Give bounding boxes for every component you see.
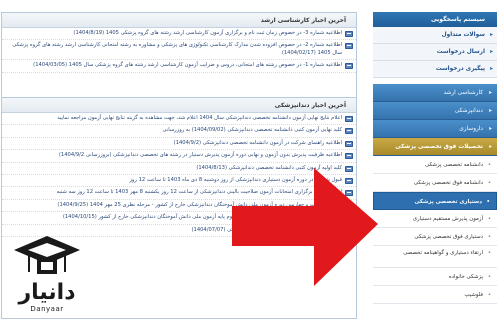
sidebar-subitem[interactable]: دستیاری فوق تخصصی پزشکی — [373, 228, 497, 246]
sidebar-subitem[interactable]: ارتقاء دستیاری و گواهینامه تخصصی — [373, 246, 497, 268]
news-item-text[interactable]: اطلاعیه راهنمای شرکت در آزمون دانشنامه ت… — [174, 140, 342, 146]
red-arrow-icon — [232, 168, 378, 286]
news-item-text[interactable]: کلید نهایی آزمون کتبی دانشنامه تخصصی دند… — [162, 127, 342, 133]
document-icon — [345, 43, 353, 50]
news-item[interactable]: اطلاعیه راهنمای شرکت در آزمون دانشنامه ت… — [2, 138, 356, 151]
document-icon — [345, 31, 353, 37]
document-icon — [345, 153, 353, 160]
news-item[interactable]: اطلاعیه شماره 3- در خصوص زمان ثبت نام و … — [2, 28, 356, 41]
sidebar-subitem-selected[interactable]: دستیاری تخصصی پزشکی — [373, 192, 497, 211]
sidebar-item-masters[interactable]: کارشناسی ارشد — [373, 84, 497, 102]
sidebar-item-pharmacy[interactable]: داروسازی — [373, 120, 497, 138]
document-icon — [345, 63, 353, 70]
sidebar-subitem[interactable]: آزمون پذیرش مستقیم دستیاری — [373, 210, 497, 228]
document-icon — [345, 140, 353, 147]
news-item-text[interactable]: اطلاعیه شماره 1- در خصوص رشته های امتحان… — [33, 62, 342, 68]
document-icon — [345, 116, 353, 122]
sidebar-subitem[interactable]: دانشنامه تخصصی پزشکی — [373, 156, 497, 174]
masters-news-panel: آخرین اخبار کارشناسی ارشد اطلاعیه شماره … — [1, 12, 357, 100]
sidebar-item-postgrad-medicine[interactable]: تحصیلات فوق تخصصی پزشکی — [373, 138, 497, 156]
send-request-link[interactable]: ارسال درخواست — [373, 44, 497, 61]
graduation-cap-icon — [14, 236, 80, 274]
faq-link[interactable]: سوالات متداول — [373, 27, 497, 44]
news-item[interactable]: اطلاعیه ظرفیت پذیرش بدون آزمون و نهایی د… — [2, 150, 356, 163]
sidebar-subitem[interactable]: دانشنامه فوق تخصصی پزشکی — [373, 174, 497, 192]
sidebar-subitem[interactable]: فلوشیپ — [373, 286, 497, 304]
track-request-link[interactable]: پیگیری درخواست — [373, 61, 497, 78]
sidebar-item-dentistry[interactable]: دندانپزشکی — [373, 102, 497, 120]
danyaar-logo: دانیار Danyaar — [8, 232, 86, 316]
logo-wordmark: دانیار — [18, 280, 77, 305]
news-item[interactable]: اطلاعیه شماره 1- در خصوص رشته های امتحان… — [2, 60, 356, 73]
arrow-shape — [232, 168, 378, 286]
news-item[interactable]: کلید نهایی آزمون کتبی دانشنامه تخصصی دند… — [2, 125, 356, 138]
support-system-header: سیستم پاسخگویی — [373, 12, 497, 27]
logo-latin-name: Danyaar — [30, 305, 64, 313]
masters-news-title: آخرین اخبار کارشناسی ارشد — [2, 13, 356, 28]
news-item-text[interactable]: اعلام نتایج نهایی آزمون دانشنامه تخصصی د… — [57, 115, 342, 121]
news-item-text[interactable]: اطلاعیه شماره 3- در خصوص زمان ثبت نام و … — [73, 30, 342, 36]
masters-news-list: اطلاعیه شماره 3- در خصوص زمان ثبت نام و … — [2, 28, 356, 73]
news-item[interactable]: اعلام نتایج نهایی آزمون دانشنامه تخصصی د… — [2, 113, 356, 126]
sidebar-subitem[interactable]: پزشکی خانواده — [373, 268, 497, 286]
sidebar: سیستم پاسخگویی سوالات متداول ارسال درخوا… — [373, 12, 497, 319]
news-item[interactable]: اطلاعیه شماره 2- در خصوص افزوده شدن مدار… — [2, 40, 356, 61]
document-icon — [345, 128, 353, 135]
news-item-text[interactable]: اطلاعیه شماره 2- در خصوص افزوده شدن مدار… — [12, 42, 342, 55]
news-item-text[interactable]: اطلاعیه ظرفیت پذیرش بدون آزمون و نهایی د… — [59, 152, 342, 158]
dentistry-news-title: آخرین اخبار دندانپزشکی — [2, 98, 356, 113]
